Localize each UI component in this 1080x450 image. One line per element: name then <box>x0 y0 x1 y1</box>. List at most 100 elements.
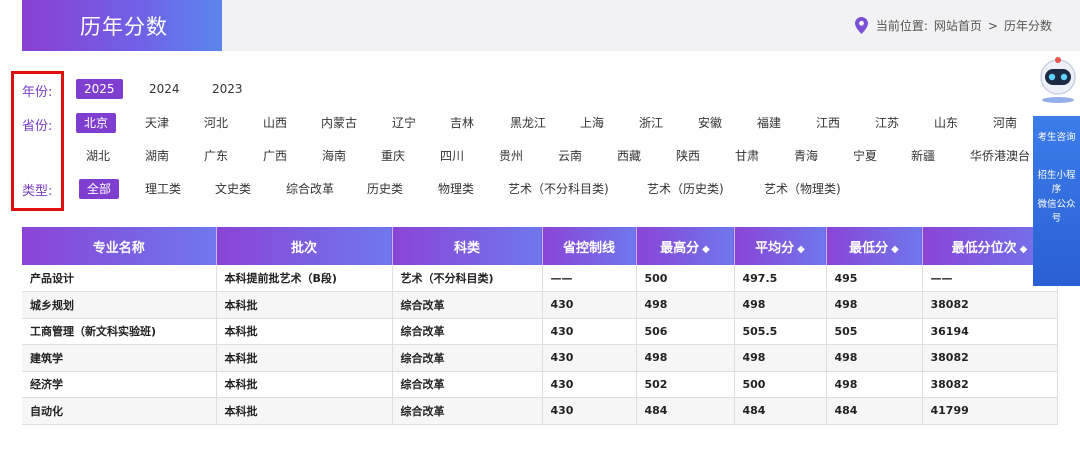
type-option[interactable]: 综合改革 <box>286 179 334 199</box>
type-option[interactable]: 艺术（历史类) <box>647 179 724 199</box>
province-option[interactable]: 陕西 <box>676 146 700 166</box>
province-option[interactable]: 甘肃 <box>735 146 759 166</box>
province-option[interactable]: 黑龙江 <box>510 113 546 133</box>
table-row: 城乡规划 本科批 综合改革 430 498 498 498 38082 <box>22 291 1058 319</box>
breadcrumb-home-link[interactable]: 网站首页 <box>934 17 982 34</box>
type-option[interactable]: 历史类 <box>367 179 403 199</box>
province-option[interactable]: 上海 <box>580 113 604 133</box>
table-cell: 工商管理（新文科实验班) <box>22 318 217 345</box>
side-consult-link[interactable]: 考生咨询 <box>1033 129 1080 143</box>
province-option[interactable]: 贵州 <box>499 146 523 166</box>
table-cell: 484 <box>826 397 923 425</box>
table-cell: 综合改革 <box>392 291 543 319</box>
column-header: 省控制线 <box>542 227 637 265</box>
province-option[interactable]: 山东 <box>934 113 958 133</box>
column-header-sortable[interactable]: 最高分 ◆ <box>636 227 735 265</box>
page-title-block: 历年分数 <box>22 0 222 51</box>
province-option[interactable]: 北京 <box>76 113 117 133</box>
year-option[interactable]: 2025 <box>76 79 123 99</box>
table-row: 自动化 本科批 综合改革 430 484 484 484 41799 <box>22 397 1058 425</box>
type-filter-label: 类型: <box>22 184 53 199</box>
column-header: 专业名称 <box>22 227 217 265</box>
type-option[interactable]: 文史类 <box>215 179 251 199</box>
province-option[interactable]: 吉林 <box>450 113 474 133</box>
table-cell: 498 <box>636 344 735 372</box>
province-option[interactable]: 河北 <box>204 113 228 133</box>
table-cell: 本科批 <box>216 397 393 425</box>
type-option[interactable]: 全部 <box>79 179 120 199</box>
table-cell: 本科批 <box>216 344 393 372</box>
province-option[interactable]: 新疆 <box>911 146 935 166</box>
table-cell: 综合改革 <box>392 371 543 398</box>
province-option[interactable]: 青海 <box>794 146 818 166</box>
column-header: 批次 <box>216 227 393 265</box>
province-option[interactable]: 四川 <box>440 146 464 166</box>
province-option[interactable]: 江西 <box>816 113 840 133</box>
province-option[interactable]: 安徽 <box>698 113 722 133</box>
table-cell: 498 <box>826 371 923 398</box>
province-option[interactable]: 山西 <box>263 113 287 133</box>
table-cell: 498 <box>826 291 923 319</box>
table-row: 建筑学 本科批 综合改革 430 498 498 498 38082 <box>22 344 1058 372</box>
sort-icon[interactable]: ◆ <box>1020 244 1028 255</box>
province-option[interactable]: 江苏 <box>875 113 899 133</box>
column-header-sortable[interactable]: 最低分 ◆ <box>826 227 923 265</box>
province-option[interactable]: 湖北 <box>86 146 110 166</box>
table-cell: 经济学 <box>22 371 217 398</box>
table-cell: 498 <box>734 344 827 372</box>
table-cell: 506 <box>636 318 735 345</box>
table-cell: 产品设计 <box>22 265 217 292</box>
table-cell: 38082 <box>922 371 1058 398</box>
province-option[interactable]: 云南 <box>558 146 582 166</box>
province-option[interactable]: 重庆 <box>381 146 405 166</box>
type-option[interactable]: 物理类 <box>438 179 474 199</box>
table-cell: 自动化 <box>22 397 217 425</box>
type-option[interactable]: 理工类 <box>145 179 181 199</box>
table-cell: 艺术（不分科目类) <box>392 265 543 292</box>
table-cell: 498 <box>734 291 827 319</box>
table-cell: 38082 <box>922 344 1058 372</box>
province-option[interactable]: 福建 <box>757 113 781 133</box>
province-filter-label: 省份: <box>22 119 53 134</box>
year-option[interactable]: 2023 <box>212 79 243 99</box>
table-cell: 497.5 <box>734 265 827 292</box>
province-option[interactable]: 河南 <box>993 113 1017 133</box>
province-option[interactable]: 华侨港澳台 <box>970 146 1030 166</box>
province-option[interactable]: 辽宁 <box>392 113 416 133</box>
table-cell: 综合改革 <box>392 397 543 425</box>
table-cell: 500 <box>734 371 827 398</box>
robot-assistant-icon[interactable] <box>1036 56 1080 104</box>
table-cell: 本科批 <box>216 371 393 398</box>
type-option[interactable]: 艺术（物理类) <box>764 179 841 199</box>
province-option[interactable]: 广东 <box>204 146 228 166</box>
province-option[interactable]: 内蒙古 <box>321 113 357 133</box>
province-option[interactable]: 浙江 <box>639 113 663 133</box>
breadcrumb-current: 历年分数 <box>1003 19 1052 33</box>
province-option[interactable]: 西藏 <box>617 146 641 166</box>
table-row: 工商管理（新文科实验班) 本科批 综合改革 430 506 505.5 505 … <box>22 318 1058 345</box>
table-cell: 建筑学 <box>22 344 217 372</box>
province-option[interactable]: 天津 <box>145 113 169 133</box>
sort-icon[interactable]: ◆ <box>702 244 710 255</box>
side-wechat-link[interactable]: 微信公众号 <box>1033 196 1080 224</box>
year-option[interactable]: 2024 <box>149 79 180 99</box>
table-cell: 484 <box>734 397 827 425</box>
table-cell: 505.5 <box>734 318 827 345</box>
sort-icon[interactable]: ◆ <box>797 244 805 255</box>
column-header: 科类 <box>392 227 543 265</box>
province-option[interactable]: 宁夏 <box>853 146 877 166</box>
side-mini-program-link[interactable]: 招生小程序 <box>1033 167 1080 195</box>
table-cell: 498 <box>826 344 923 372</box>
table-row: 经济学 本科批 综合改革 430 502 500 498 38082 <box>22 371 1058 398</box>
province-option[interactable]: 海南 <box>322 146 346 166</box>
table-cell: 430 <box>542 291 637 319</box>
sort-icon[interactable]: ◆ <box>891 244 899 255</box>
side-panel: 考生咨询 招生小程序 微信公众号 <box>1033 56 1080 286</box>
province-option[interactable]: 湖南 <box>145 146 169 166</box>
table-cell: 495 <box>826 265 923 292</box>
column-header-sortable[interactable]: 平均分 ◆ <box>734 227 827 265</box>
table-cell: 498 <box>636 291 735 319</box>
province-option[interactable]: 广西 <box>263 146 287 166</box>
table-cell: 430 <box>542 318 637 345</box>
type-option[interactable]: 艺术（不分科目类) <box>508 179 609 199</box>
